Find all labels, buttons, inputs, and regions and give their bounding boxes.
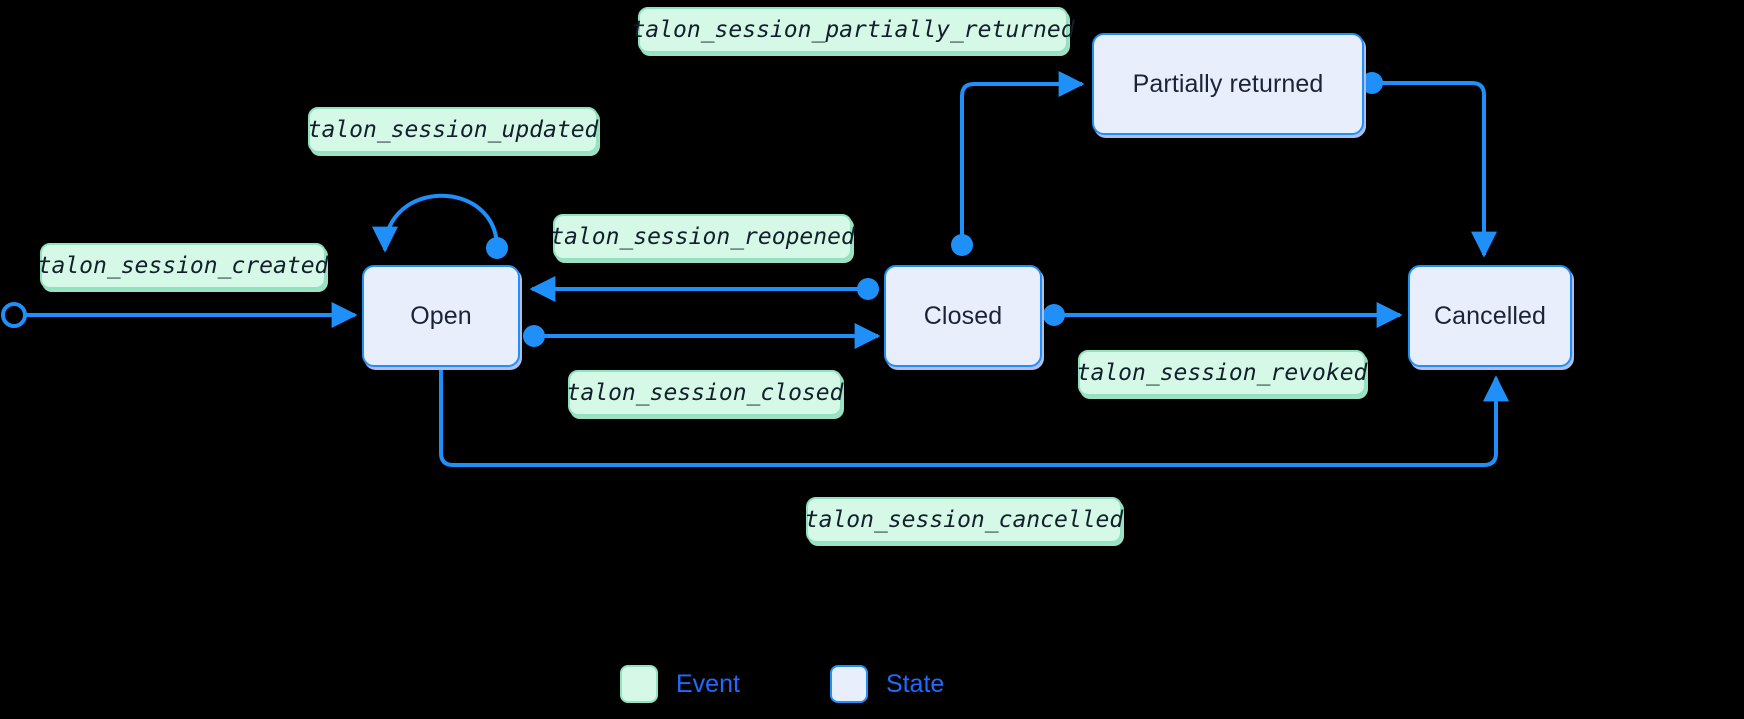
state-diagram: Open Closed Partially returned Cancelled… [0, 0, 1744, 719]
legend-item-event: Event [620, 665, 740, 703]
edge-partially-returned [960, 71, 1085, 245]
state-label-cancelled: Cancelled [1433, 301, 1547, 330]
edge-revoked-source-dot [1043, 304, 1065, 326]
legend-label-event: Event [676, 669, 740, 698]
edge-partially-returned-source-dot [951, 234, 973, 256]
event-label-updated[interactable]: talon_session_updated [308, 107, 598, 153]
event-label-closed[interactable]: talon_session_closed [566, 370, 844, 416]
legend: Event State [620, 660, 1120, 708]
legend-label-state: State [885, 669, 945, 698]
legend-swatch-event-icon [620, 665, 658, 703]
state-label-closed: Closed [923, 301, 1003, 330]
event-text-reopened: talon_session_reopened [550, 224, 855, 250]
edge-updated [372, 193, 499, 253]
state-node-closed[interactable]: Closed [884, 265, 1042, 367]
state-node-partially-returned[interactable]: Partially returned [1092, 33, 1364, 135]
event-text-updated: talon_session_updated [307, 117, 599, 143]
event-label-created[interactable]: talon_session_created [37, 243, 329, 289]
edge-partially-to-cancelled-source-dot [1361, 72, 1383, 94]
event-label-cancelled[interactable]: talon_session_cancelled [804, 497, 1124, 543]
edge-closed-source-dot [523, 325, 545, 347]
event-text-closed: talon_session_closed [566, 380, 844, 406]
state-label-open: Open [410, 301, 472, 330]
state-node-cancelled[interactable]: Cancelled [1408, 265, 1572, 367]
start-node-circle [1, 302, 27, 328]
legend-swatch-state-icon [829, 665, 868, 703]
legend-item-state: State [829, 665, 945, 703]
event-text-cancelled: talon_session_cancelled [804, 507, 1124, 533]
edge-updated-source-dot [486, 237, 508, 259]
event-text-created: talon_session_created [37, 253, 329, 279]
event-text-revoked: talon_session_revoked [1076, 360, 1368, 386]
edge-reopened-source-dot [857, 278, 879, 300]
event-label-reopened[interactable]: talon_session_reopened [550, 214, 855, 260]
edge-partially-to-cancelled [1376, 81, 1497, 258]
state-label-partially-returned: Partially returned [1132, 69, 1324, 98]
event-text-partially-returned: talon_session_partially_returned [631, 17, 1075, 43]
event-label-revoked[interactable]: talon_session_revoked [1076, 350, 1368, 396]
event-label-partially-returned[interactable]: talon_session_partially_returned [631, 7, 1075, 53]
state-node-open[interactable]: Open [362, 265, 520, 367]
